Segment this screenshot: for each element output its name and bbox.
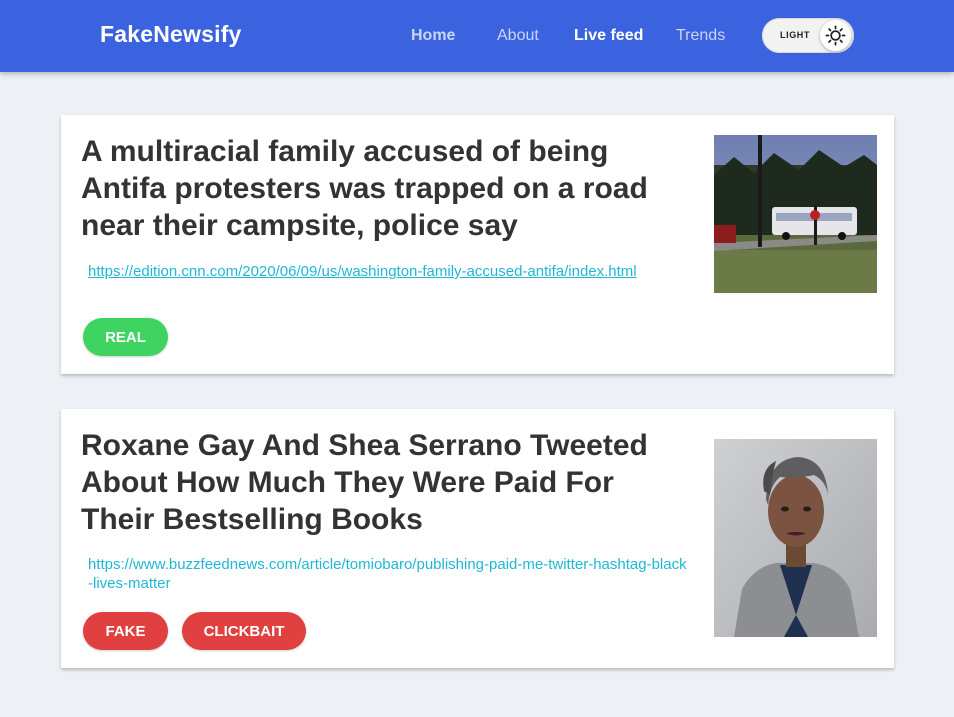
nav-link-about[interactable]: About bbox=[497, 27, 539, 45]
article-card: Roxane Gay And Shea Serrano Tweeted Abou… bbox=[61, 409, 894, 668]
nav-link-trends[interactable]: Trends bbox=[676, 27, 725, 45]
brand-logo[interactable]: FakeNewsify bbox=[100, 21, 242, 48]
article-thumbnail[interactable] bbox=[714, 135, 877, 293]
article-url-link[interactable]: https://edition.cnn.com/2020/06/09/us/wa… bbox=[88, 262, 688, 281]
theme-toggle-knob[interactable] bbox=[820, 20, 851, 51]
article-url-link[interactable]: https://www.buzzfeednews.com/article/tom… bbox=[88, 555, 688, 593]
nav-link-home[interactable]: Home bbox=[411, 27, 455, 45]
label-badge-fake[interactable]: FAKE bbox=[83, 612, 168, 650]
article-thumbnail[interactable] bbox=[714, 439, 877, 637]
theme-toggle[interactable]: LIGHT bbox=[762, 18, 854, 53]
theme-toggle-label: LIGHT bbox=[780, 30, 810, 40]
label-badge-clickbait[interactable]: CLICKBAIT bbox=[182, 612, 306, 650]
label-badge-real[interactable]: REAL bbox=[83, 318, 168, 356]
article-headline[interactable]: A multiracial family accused of being An… bbox=[81, 133, 691, 244]
top-navbar: FakeNewsify Home About Live feed Trends … bbox=[0, 0, 954, 72]
article-card: A multiracial family accused of being An… bbox=[61, 115, 894, 374]
sun-icon bbox=[825, 25, 846, 46]
article-headline[interactable]: Roxane Gay And Shea Serrano Tweeted Abou… bbox=[81, 427, 691, 538]
nav-link-live-feed[interactable]: Live feed bbox=[574, 27, 643, 45]
